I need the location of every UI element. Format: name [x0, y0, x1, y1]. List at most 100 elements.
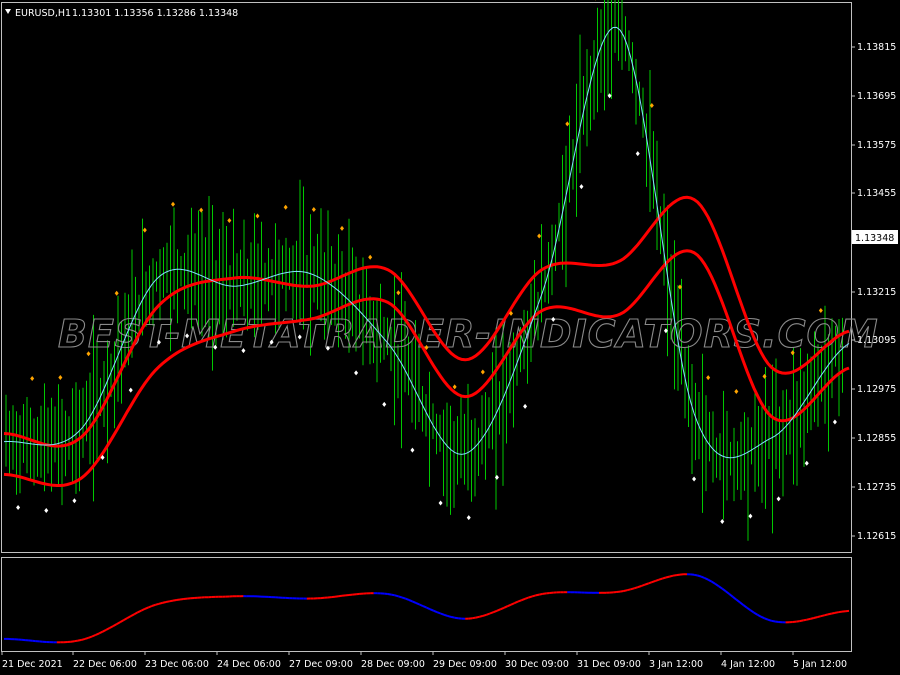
oscillator-segment: [517, 599, 522, 603]
price-tick: 1.12975: [851, 384, 896, 395]
oscillator-segment: [700, 575, 705, 579]
oscillator-segment: [408, 598, 413, 603]
price-chart[interactable]: BEST-METATRADER-INDICATORS.COM EURUSD,H1…: [0, 0, 900, 675]
oscillator-segment: [831, 611, 836, 615]
oscillator-segment: [676, 573, 681, 577]
oscillator-segment: [539, 592, 543, 596]
oscillator-segment: [450, 615, 455, 619]
oscillator-segment: [623, 589, 628, 592]
time-tick: 23 Dec 06:00: [144, 651, 209, 670]
oscillator-segment: [535, 593, 540, 597]
oscillator-segment: [813, 616, 818, 619]
oscillator-segment: [640, 583, 646, 587]
svg-text:31 Dec 09:00: 31 Dec 09:00: [577, 659, 641, 670]
oscillator-segment: [619, 590, 624, 593]
time-tick: 24 Dec 06:00: [216, 651, 281, 670]
svg-text:21 Dec 2021: 21 Dec 2021: [2, 659, 63, 670]
oscillator-segment: [799, 619, 804, 623]
oscillator-segment: [486, 612, 491, 616]
oscillator-segment: [422, 605, 427, 609]
oscillator-segment: [672, 574, 677, 577]
svg-text:24 Dec 06:00: 24 Dec 06:00: [217, 659, 281, 670]
time-tick: 5 Jan 12:00: [792, 651, 847, 670]
time-tick: 28 Dec 09:00: [360, 651, 425, 670]
svg-text:1.13815: 1.13815: [857, 42, 896, 53]
oscillator-segment: [443, 613, 448, 617]
svg-text:1.13215: 1.13215: [857, 287, 896, 298]
svg-text:30 Dec 09:00: 30 Dec 09:00: [505, 659, 569, 670]
oscillator-segment: [838, 610, 843, 614]
oscillator-segment: [764, 617, 769, 621]
svg-text:1.12855: 1.12855: [857, 433, 896, 444]
oscillator-segment: [669, 574, 674, 578]
time-axis[interactable]: 21 Dec 2021 22 Dec 06:00 23 Dec 06:00 24…: [1, 651, 847, 670]
oscillator-segment: [155, 602, 160, 606]
current-price-label: 1.13348: [852, 230, 898, 244]
svg-text:1.12735: 1.12735: [857, 482, 896, 493]
oscillator-segment: [521, 597, 526, 602]
time-tick: 27 Dec 09:00: [288, 651, 353, 670]
time-tick: 4 Jan 12:00: [720, 651, 775, 670]
oscillator-segment: [88, 635, 93, 639]
oscillator-segment: [633, 586, 639, 590]
oscillator-segment: [774, 620, 779, 623]
svg-text:27 Dec 09:00: 27 Dec 09:00: [289, 659, 353, 670]
oscillator-segment: [475, 615, 480, 619]
oscillator-segment: [771, 619, 776, 623]
price-axis[interactable]: 1.13815 1.13695 1.13575 1.13455 1.13215 …: [851, 42, 898, 542]
oscillator-segment: [834, 611, 839, 614]
svg-text:23 Dec 06:00: 23 Dec 06:00: [145, 659, 209, 670]
oscillator-segment: [447, 614, 452, 618]
oscillator-segment: [697, 574, 702, 578]
oscillator-segment: [394, 594, 399, 598]
oscillator-segment: [820, 614, 825, 618]
svg-text:5 Jan 12:00: 5 Jan 12:00: [793, 659, 847, 670]
price-tick: 1.13575: [851, 140, 896, 151]
oscillator-segment: [84, 636, 89, 640]
oscillator-segment: [482, 613, 487, 617]
time-tick: 31 Dec 09:00: [576, 651, 641, 670]
oscillator-segment: [489, 611, 494, 615]
svg-text:28 Dec 09:00: 28 Dec 09:00: [361, 659, 425, 670]
oscillator-segment: [412, 600, 417, 604]
oscillator-segment: [179, 598, 184, 601]
oscillator-segment: [630, 587, 635, 591]
oscillator-segment: [440, 612, 445, 616]
oscillator-segment: [144, 606, 149, 610]
svg-text:3 Jan 12:00: 3 Jan 12:00: [649, 659, 703, 670]
price-tick: 1.12735: [851, 482, 896, 493]
oscillator-segment: [496, 608, 501, 612]
oscillator-segment: [827, 612, 832, 616]
oscillator-segment: [436, 611, 441, 615]
svg-text:22 Dec 06:00: 22 Dec 06:00: [73, 659, 137, 670]
time-tick: 21 Dec 2021: [1, 651, 63, 670]
symbol-label: EURUSD,H1: [15, 8, 71, 19]
time-tick: 3 Jan 12:00: [648, 651, 703, 670]
price-tick: 1.13695: [851, 91, 896, 102]
svg-text:1.13095: 1.13095: [857, 335, 896, 346]
oscillator-segment: [651, 579, 656, 584]
oscillator-segment: [644, 582, 649, 586]
svg-text:1.13348: 1.13348: [855, 233, 894, 244]
oscillator-segment: [658, 577, 663, 581]
oscillator-segment: [338, 594, 343, 598]
oscillator-segment: [472, 616, 476, 620]
oscillator-segment: [429, 608, 434, 612]
oscillator-segment: [542, 592, 547, 595]
indicator-frame: [1, 557, 852, 652]
oscillator-segment: [796, 620, 800, 623]
oscillator-segment: [77, 638, 82, 642]
oscillator-segment: [662, 576, 667, 580]
oscillator-segment: [637, 585, 642, 589]
chart-header[interactable]: EURUSD,H1 1.13301 1.13356 1.13286 1.1334…: [5, 8, 238, 19]
oscillator-segment: [665, 575, 670, 579]
oscillator-segment: [626, 588, 631, 592]
svg-text:4 Jan 12:00: 4 Jan 12:00: [721, 659, 775, 670]
oscillator-segment: [500, 606, 505, 611]
price-tick: 1.13815: [851, 42, 896, 53]
svg-text:29 Dec 09:00: 29 Dec 09:00: [433, 659, 497, 670]
price-tick: 1.13455: [851, 188, 896, 199]
oscillator-segment: [817, 615, 822, 619]
oscillator-segment: [454, 616, 459, 620]
oscillator-segment: [647, 581, 653, 585]
